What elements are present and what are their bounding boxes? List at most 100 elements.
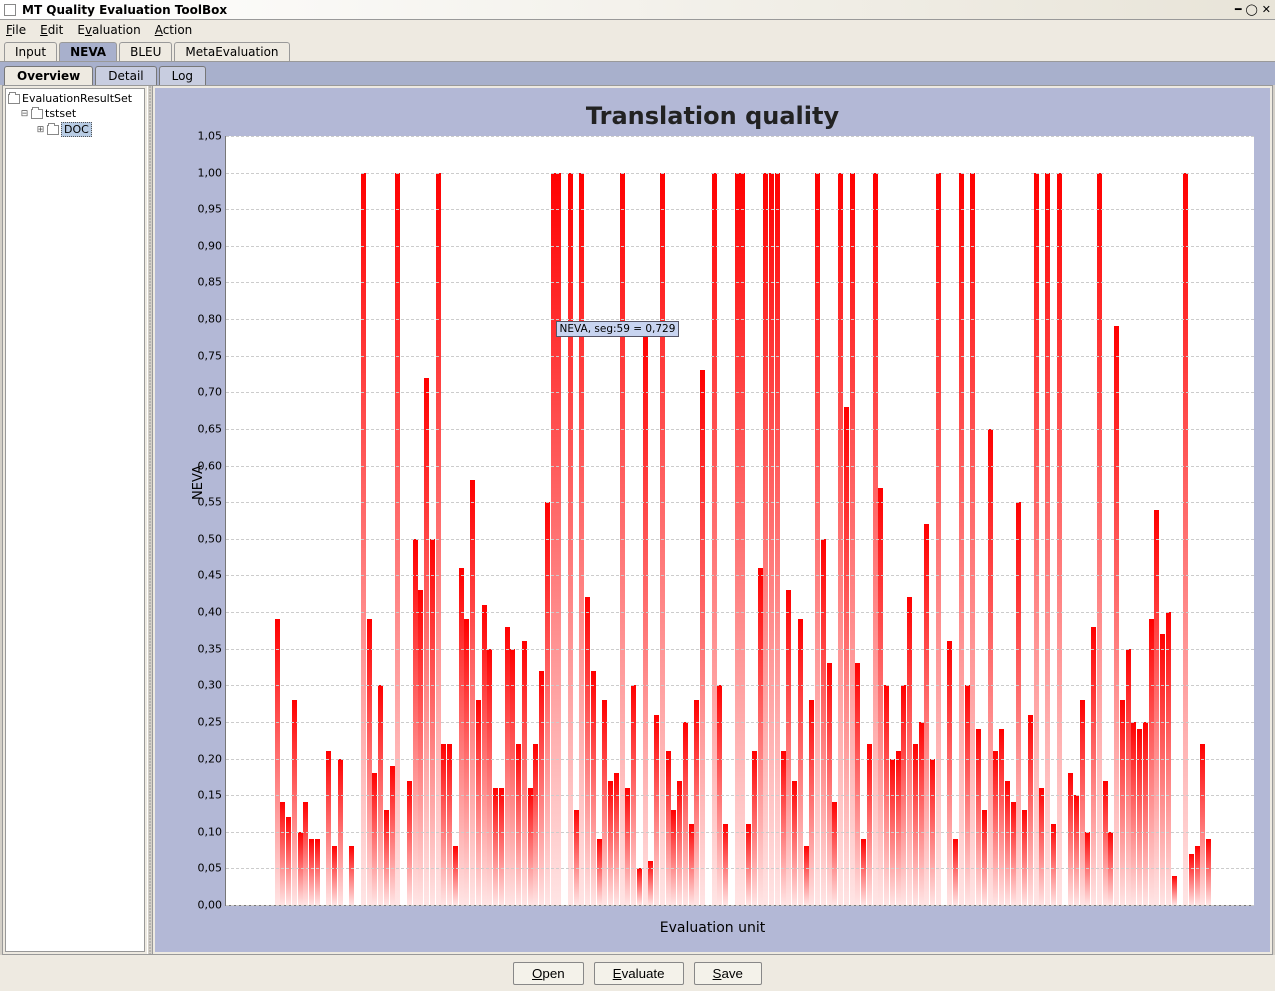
chart-bar[interactable] xyxy=(407,781,412,906)
chart-bar[interactable] xyxy=(809,700,814,905)
chart-bar[interactable] xyxy=(694,700,699,905)
chart-bar[interactable] xyxy=(309,839,314,905)
chart-bar[interactable] xyxy=(976,729,981,905)
chart-bar[interactable] xyxy=(349,846,354,905)
tree-root[interactable]: EvaluationResultSet xyxy=(8,91,142,106)
chart-bar[interactable] xyxy=(953,839,958,905)
chart-bar[interactable] xyxy=(390,766,395,905)
chart-bar[interactable] xyxy=(499,788,504,905)
subtab-log[interactable]: Log xyxy=(159,66,206,85)
menu-evaluation[interactable]: Evaluation xyxy=(77,23,140,37)
chart-bar[interactable] xyxy=(671,810,676,905)
chart-bar[interactable] xyxy=(844,407,849,905)
chart-bar[interactable] xyxy=(683,722,688,905)
chart-bar[interactable] xyxy=(746,824,751,905)
chart-bar[interactable] xyxy=(533,744,538,905)
chart-bar[interactable] xyxy=(637,868,642,905)
chart-bar[interactable] xyxy=(798,619,803,905)
chart-bar[interactable] xyxy=(597,839,602,905)
chart-bar[interactable] xyxy=(832,802,837,905)
chart-bar[interactable] xyxy=(1131,722,1136,905)
chart-bar[interactable] xyxy=(591,671,596,905)
save-button[interactable]: Save xyxy=(694,962,762,985)
minimize-button[interactable]: ━ xyxy=(1235,3,1242,16)
chart-bar[interactable] xyxy=(441,744,446,905)
expand-toggle-icon[interactable]: ⊞ xyxy=(36,125,45,135)
menu-action[interactable]: Action xyxy=(155,23,193,37)
expand-toggle-icon[interactable]: ⊟ xyxy=(20,109,29,119)
chart-bar[interactable] xyxy=(602,700,607,905)
chart-bar[interactable] xyxy=(1114,326,1119,905)
chart-bar[interactable] xyxy=(384,810,389,905)
chart-bar[interactable] xyxy=(700,370,705,905)
chart-bar[interactable] xyxy=(545,502,550,905)
chart-bar[interactable] xyxy=(896,751,901,905)
tree-leaf[interactable]: ⊞ DOC xyxy=(8,121,142,138)
chart-bar[interactable] xyxy=(1005,781,1010,906)
chart-bar[interactable] xyxy=(1126,649,1131,905)
chart-bar[interactable] xyxy=(666,751,671,905)
chart-bar[interactable] xyxy=(528,788,533,905)
chart-bar[interactable] xyxy=(1039,788,1044,905)
chart-bar[interactable] xyxy=(459,568,464,905)
chart-bar[interactable] xyxy=(947,641,952,905)
chart-bar[interactable] xyxy=(1160,634,1165,905)
chart-bar[interactable] xyxy=(1154,510,1159,905)
chart-bar[interactable] xyxy=(372,773,377,905)
chart-bar[interactable] xyxy=(804,846,809,905)
chart-bar[interactable] xyxy=(643,326,648,905)
chart-bar[interactable] xyxy=(447,744,452,905)
chart-bar[interactable] xyxy=(493,788,498,905)
close-button[interactable]: ✕ xyxy=(1262,3,1271,16)
chart-bar[interactable] xyxy=(326,751,331,905)
chart-bar[interactable] xyxy=(924,524,929,905)
chart-bar[interactable] xyxy=(476,700,481,905)
chart-bar[interactable] xyxy=(982,810,987,905)
chart-bar[interactable] xyxy=(585,597,590,905)
chart-bar[interactable] xyxy=(861,839,866,905)
chart-bar[interactable] xyxy=(781,751,786,905)
chart-bar[interactable] xyxy=(516,744,521,905)
chart-bar[interactable] xyxy=(999,729,1004,905)
chart-bar[interactable] xyxy=(418,590,423,905)
chart-bar[interactable] xyxy=(424,378,429,905)
chart-bar[interactable] xyxy=(988,429,993,905)
chart-bar[interactable] xyxy=(1016,502,1021,905)
chart-bar[interactable] xyxy=(280,802,285,905)
chart-bar[interactable] xyxy=(315,839,320,905)
chart-bar[interactable] xyxy=(1200,744,1205,905)
tab-bleu[interactable]: BLEU xyxy=(119,42,172,61)
chart-bar[interactable] xyxy=(1022,810,1027,905)
chart-bar[interactable] xyxy=(723,824,728,905)
menu-edit[interactable]: Edit xyxy=(40,23,63,37)
chart-bar[interactable] xyxy=(1149,619,1154,905)
chart-bar[interactable] xyxy=(1137,729,1142,905)
chart-bar[interactable] xyxy=(786,590,791,905)
subtab-overview[interactable]: Overview xyxy=(4,66,93,85)
chart-bar[interactable] xyxy=(907,597,912,905)
chart-bar[interactable] xyxy=(758,568,763,905)
chart-bar[interactable] xyxy=(539,671,544,905)
chart-bar[interactable] xyxy=(1195,846,1200,905)
chart-bar[interactable] xyxy=(470,480,475,905)
chart-bar[interactable] xyxy=(464,619,469,905)
chart-bar[interactable] xyxy=(677,781,682,906)
chart-bar[interactable] xyxy=(1206,839,1211,905)
chart-bar[interactable] xyxy=(303,802,308,905)
chart-bar[interactable] xyxy=(332,846,337,905)
chart-bar[interactable] xyxy=(522,641,527,905)
tab-metaevaluation[interactable]: MetaEvaluation xyxy=(174,42,289,61)
chart-bar[interactable] xyxy=(919,722,924,905)
chart-bar[interactable] xyxy=(1028,715,1033,905)
chart-bar[interactable] xyxy=(1080,700,1085,905)
chart-bar[interactable] xyxy=(1120,700,1125,905)
chart-bar[interactable] xyxy=(792,781,797,906)
chart-bar[interactable] xyxy=(453,846,458,905)
chart-bar[interactable] xyxy=(614,773,619,905)
chart-bar[interactable] xyxy=(1051,824,1056,905)
chart-bar[interactable] xyxy=(1143,722,1148,905)
chart-bar[interactable] xyxy=(867,744,872,905)
chart-bar[interactable] xyxy=(1103,781,1108,906)
maximize-button[interactable]: ◯ xyxy=(1245,3,1257,16)
chart-bar[interactable] xyxy=(1189,854,1194,905)
